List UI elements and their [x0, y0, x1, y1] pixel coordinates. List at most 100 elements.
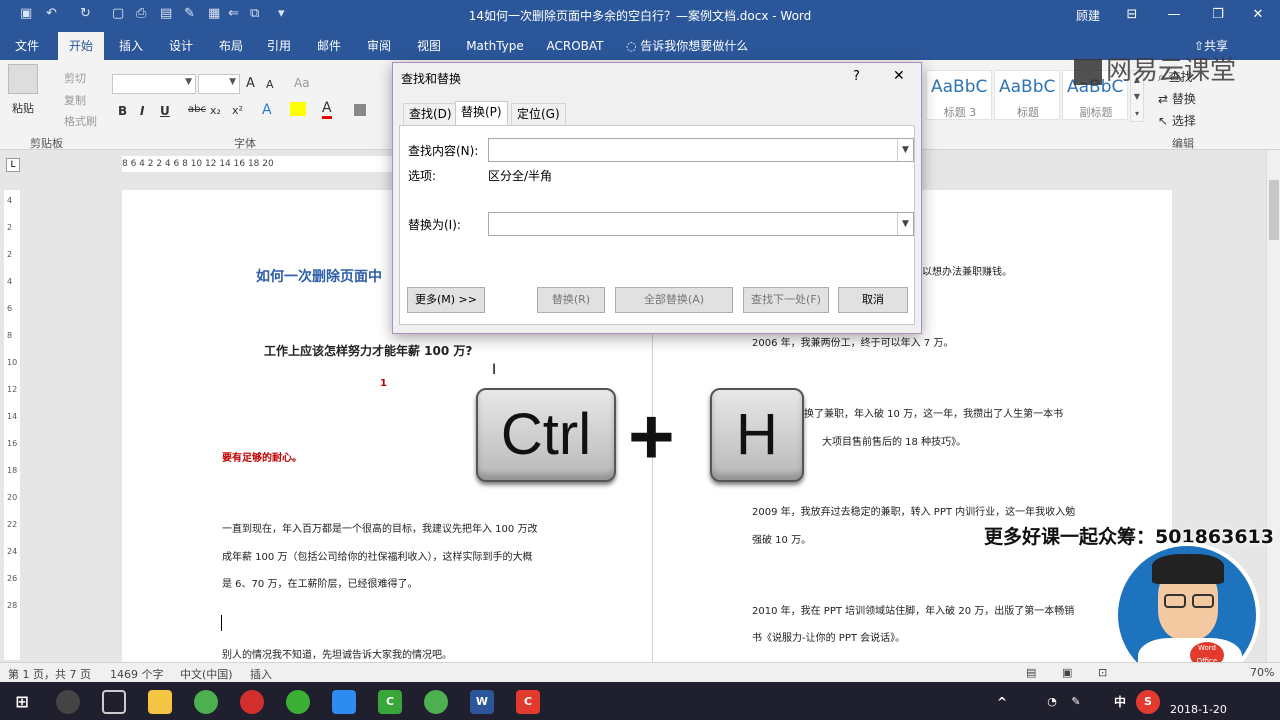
find-what-input[interactable]: ▼ [488, 138, 914, 162]
more-button[interactable]: 更多(M) >> [407, 287, 485, 313]
paste-button[interactable]: 粘贴 [12, 100, 34, 116]
paste-icon[interactable] [8, 64, 38, 94]
vertical-scrollbar[interactable] [1266, 150, 1280, 662]
pen-icon[interactable]: ✎ [1064, 690, 1088, 714]
chevron-down-icon[interactable]: ▼ [897, 139, 913, 161]
cancel-button[interactable]: 取消 [838, 287, 908, 313]
zoom-level[interactable]: 70% [1250, 666, 1274, 679]
options-value: 区分全/半角 [488, 169, 553, 183]
vruler-tick: 2 [7, 223, 13, 232]
recorder-icon[interactable]: C [516, 690, 540, 714]
replace-with-input[interactable]: ▼ [488, 212, 914, 236]
bold-button[interactable]: B [118, 104, 127, 118]
minimize-button[interactable]: — [1160, 4, 1188, 26]
replace-all-button[interactable]: 全部替换(A) [615, 287, 733, 313]
tab-selector-icon[interactable]: L [6, 158, 20, 172]
ibeam-cursor-icon: I [492, 362, 497, 378]
font-color-button[interactable]: A [322, 100, 332, 119]
subscript-button[interactable]: x₂ [210, 104, 221, 117]
replace-with-label: 替换为(I): [408, 218, 461, 232]
windows-start-icon[interactable]: ⊞ [10, 690, 34, 714]
wechat-icon[interactable] [286, 690, 310, 714]
replace-button[interactable]: ⇄ 替换 [1158, 90, 1196, 107]
network-icon[interactable]: ◔ [1040, 690, 1064, 714]
italic-button[interactable]: I [140, 104, 144, 118]
insert-mode[interactable]: 插入 [250, 666, 272, 682]
help-button[interactable]: ? [853, 69, 860, 84]
strikethrough-button[interactable]: abc [188, 104, 206, 115]
find-next-button[interactable]: 查找下一处(F) [743, 287, 829, 313]
chrome-icon[interactable] [194, 690, 218, 714]
user-name[interactable]: 顾建 [1076, 7, 1100, 24]
grow-font-button[interactable]: A [246, 76, 255, 91]
tab-replace[interactable]: 替换(P) [455, 101, 508, 125]
text-effects-icon[interactable]: A [262, 102, 272, 118]
task-view-icon[interactable] [102, 690, 126, 714]
close-window-button[interactable]: ✕ [1244, 4, 1272, 26]
tab-view[interactable]: 视图 [408, 32, 450, 60]
netease-music-icon[interactable] [240, 690, 264, 714]
document-right-1: 所以想办法兼职赚钱。 [912, 267, 1012, 278]
shrink-font-button[interactable]: A [266, 78, 274, 91]
language-indicator[interactable]: 中文(中国) [180, 666, 233, 682]
cursor-icon: ↖ [1158, 114, 1172, 128]
format-painter-button[interactable]: 格式刷 [64, 113, 97, 129]
tab-find[interactable]: 查找(D) [403, 103, 458, 125]
tab-goto[interactable]: 定位(G) [511, 103, 566, 125]
tab-layout[interactable]: 布局 [210, 32, 252, 60]
netease-watermark: 网易云课堂 [1074, 50, 1236, 87]
tab-mathtype[interactable]: MathType [460, 32, 530, 60]
style-heading-3[interactable]: AaBbC 标题 3 [926, 70, 992, 120]
select-button[interactable]: ↖ 选择 [1158, 112, 1196, 129]
scrollbar-thumb[interactable] [1269, 180, 1279, 240]
chevron-down-icon[interactable]: ▼ [897, 213, 913, 235]
tab-file[interactable]: 文件 [6, 32, 48, 60]
tab-acrobat[interactable]: ACROBAT [542, 32, 608, 60]
cortana-icon[interactable] [56, 690, 80, 714]
chevron-down-icon: ▼ [229, 77, 236, 87]
h-key: H [710, 388, 804, 482]
camtasia-icon[interactable]: C [378, 690, 402, 714]
underline-button[interactable]: U [160, 104, 170, 118]
replace-button[interactable]: 替换(R) [537, 287, 605, 313]
cut-button[interactable]: 剪切 [64, 70, 86, 86]
promo-text: 更多好课一起众筹：501863613 [984, 526, 1274, 548]
word-icon[interactable]: W [470, 690, 494, 714]
tab-home[interactable]: 开始 [58, 32, 104, 60]
taskbar-date[interactable]: 2018-1-20 [1170, 703, 1227, 716]
windows-taskbar [0, 682, 1280, 720]
tab-references[interactable]: 引用 [258, 32, 300, 60]
word-count[interactable]: 1469 个字 [110, 666, 164, 682]
vruler-tick: 12 [7, 385, 18, 394]
character-shading-icon[interactable] [354, 104, 366, 116]
web-layout-icon[interactable]: ⊡ [1098, 666, 1107, 679]
vertical-ruler[interactable]: 4 2 2 4 6 8 10 12 14 16 18 20 22 24 26 28 [4, 190, 20, 660]
tab-insert[interactable]: 插入 [110, 32, 152, 60]
tab-mailings[interactable]: 邮件 [308, 32, 350, 60]
plus-sign: + [628, 392, 675, 481]
sogou-icon[interactable]: S [1136, 690, 1160, 714]
tell-me-box[interactable]: ◌ 告诉我你想要做什么 [626, 32, 756, 60]
font-name-combo[interactable]: ▼ [112, 74, 196, 94]
document-para-2: 成年薪 100 万（包括公司给你的社保福利收入），这样实际到手的大概 [222, 552, 533, 563]
read-mode-icon[interactable]: ▤ [1026, 666, 1036, 679]
tray-chevron-icon[interactable]: ^ [990, 690, 1014, 714]
superscript-button[interactable]: x² [232, 104, 243, 117]
page-count[interactable]: 第 1 页，共 7 页 [8, 666, 91, 682]
app-star-icon[interactable] [332, 690, 356, 714]
change-case-button[interactable]: Aa [294, 76, 310, 90]
ime-indicator[interactable]: 中 [1108, 690, 1132, 714]
copy-button[interactable]: 复制 [64, 92, 86, 108]
style-title[interactable]: AaBbC 标题 [994, 70, 1060, 120]
font-size-combo[interactable]: ▼ [198, 74, 240, 94]
vruler-tick: 10 [7, 358, 18, 367]
tab-design[interactable]: 设计 [160, 32, 202, 60]
maximize-button[interactable]: ❐ [1204, 4, 1232, 26]
dialog-close-button[interactable]: ✕ [893, 68, 905, 84]
chrome-2-icon[interactable] [424, 690, 448, 714]
print-layout-icon[interactable]: ▣ [1062, 666, 1072, 679]
ribbon-display-icon[interactable]: ⊟ [1118, 4, 1146, 26]
file-explorer-icon[interactable] [148, 690, 172, 714]
tab-review[interactable]: 审阅 [358, 32, 400, 60]
highlight-icon[interactable] [290, 102, 306, 116]
